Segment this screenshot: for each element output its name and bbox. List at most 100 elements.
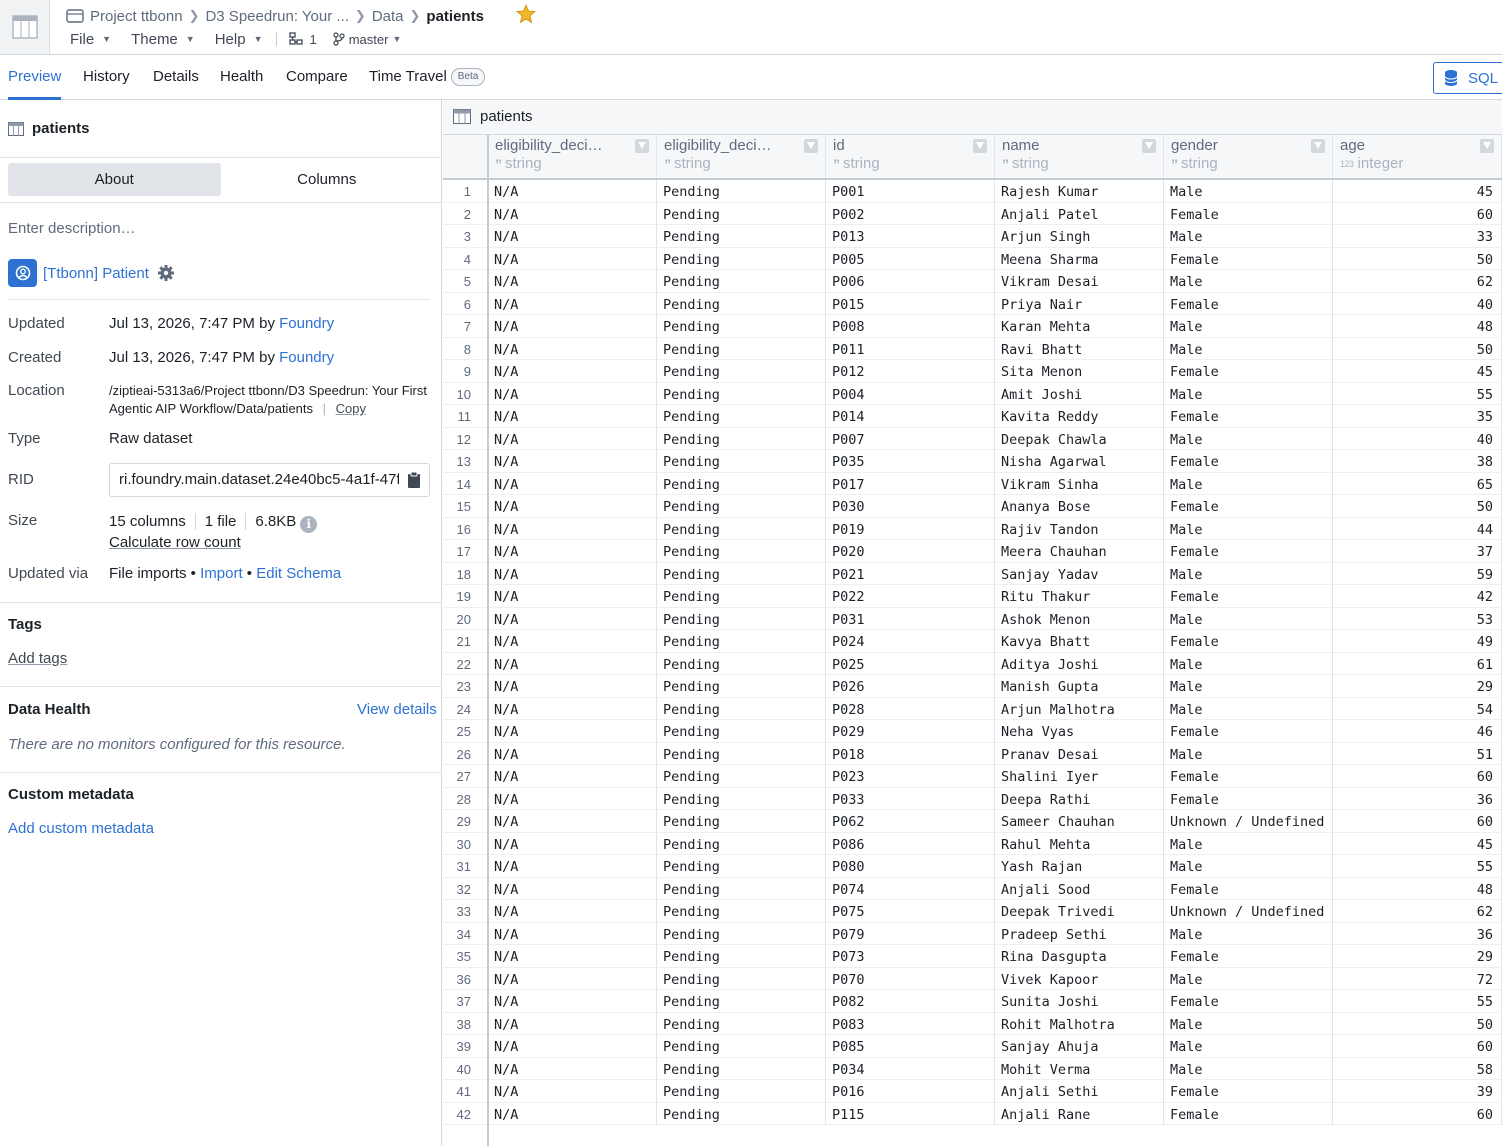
table-cell[interactable]: Female <box>1164 765 1333 787</box>
table-cell[interactable]: 37 <box>1333 540 1502 562</box>
table-cell[interactable]: P085 <box>826 1035 995 1057</box>
table-row[interactable]: 10 N/A Pending P004 Amit Joshi Male 55 <box>443 382 1502 405</box>
table-cell[interactable]: Male <box>1164 517 1333 540</box>
table-cell[interactable]: Pending <box>657 315 826 337</box>
table-row[interactable]: 20 N/A Pending P031 Ashok Menon Male 53 <box>443 607 1502 630</box>
copy-location-link[interactable]: Copy <box>336 401 366 416</box>
table-cell[interactable]: P021 <box>826 562 995 585</box>
table-cell[interactable]: Pending <box>657 225 826 247</box>
table-cell[interactable]: 65 <box>1333 472 1502 495</box>
table-cell[interactable]: Female <box>1164 202 1333 225</box>
table-cell[interactable]: N/A <box>488 585 657 607</box>
table-cell[interactable]: Pending <box>657 1102 826 1125</box>
table-cell[interactable]: Manish Gupta <box>995 675 1164 697</box>
table-cell[interactable]: 61 <box>1333 652 1502 675</box>
table-cell[interactable]: 55 <box>1333 382 1502 405</box>
breadcrumb-data[interactable]: Data <box>372 8 404 25</box>
table-cell[interactable]: Pending <box>657 540 826 562</box>
table-cell[interactable]: P016 <box>826 1080 995 1102</box>
table-row[interactable]: 21 N/A Pending P024 Kavya Bhatt Female 49 <box>443 630 1502 653</box>
table-cell[interactable]: Sanjay Yadav <box>995 562 1164 585</box>
table-cell[interactable]: N/A <box>488 810 657 832</box>
table-cell[interactable]: P080 <box>826 855 995 877</box>
tab-health[interactable]: Health <box>220 55 263 100</box>
table-cell[interactable]: P004 <box>826 382 995 405</box>
table-cell[interactable]: N/A <box>488 922 657 945</box>
table-cell[interactable]: 53 <box>1333 607 1502 630</box>
table-row[interactable]: 2 N/A Pending P002 Anjali Patel Female 60 <box>443 202 1502 225</box>
table-cell[interactable]: Kavya Bhatt <box>995 630 1164 652</box>
table-row[interactable]: 1 N/A Pending P001 Rajesh Kumar Male 45 <box>443 180 1502 203</box>
table-cell[interactable]: N/A <box>488 427 657 450</box>
table-row[interactable]: 30 N/A Pending P086 Rahul Mehta Male 45 <box>443 832 1502 855</box>
gear-icon[interactable] <box>157 264 175 282</box>
view-details-link[interactable]: View details <box>357 701 437 718</box>
table-cell[interactable]: Pending <box>657 337 826 360</box>
table-cell[interactable]: Unknown / Undefined <box>1164 900 1333 922</box>
table-cell[interactable]: P031 <box>826 607 995 630</box>
edit-schema-link[interactable]: Edit Schema <box>256 565 341 582</box>
table-row[interactable]: 13 N/A Pending P035 Nisha Agarwal Female 38 <box>443 450 1502 473</box>
table-cell[interactable]: Female <box>1164 405 1333 427</box>
table-row[interactable]: 4 N/A Pending P005 Meena Sharma Female 50 <box>443 247 1502 270</box>
table-cell[interactable]: Male <box>1164 382 1333 405</box>
table-cell[interactable]: 60 <box>1333 765 1502 787</box>
table-row[interactable]: 12 N/A Pending P007 Deepak Chawla Male 40 <box>443 427 1502 450</box>
table-cell[interactable]: Pending <box>657 855 826 877</box>
table-cell[interactable]: 55 <box>1333 990 1502 1012</box>
table-cell[interactable]: N/A <box>488 562 657 585</box>
branch-selector[interactable]: master ▼ <box>333 32 401 47</box>
table-cell[interactable]: Pending <box>657 765 826 787</box>
table-cell[interactable]: P070 <box>826 967 995 990</box>
table-cell[interactable]: Rahul Mehta <box>995 832 1164 855</box>
clipboard-icon[interactable] <box>399 464 429 496</box>
table-cell[interactable]: Pending <box>657 922 826 945</box>
table-cell[interactable]: 29 <box>1333 945 1502 967</box>
table-cell[interactable]: Male <box>1164 832 1333 855</box>
table-cell[interactable]: 50 <box>1333 495 1502 517</box>
table-cell[interactable]: 60 <box>1333 810 1502 832</box>
import-link[interactable]: Import <box>200 565 243 582</box>
table-cell[interactable]: N/A <box>488 225 657 247</box>
table-cell[interactable]: 72 <box>1333 967 1502 990</box>
table-cell[interactable]: Arjun Malhotra <box>995 697 1164 720</box>
table-cell[interactable]: Sanjay Ahuja <box>995 1035 1164 1057</box>
table-cell[interactable]: N/A <box>488 630 657 652</box>
table-cell[interactable]: P008 <box>826 315 995 337</box>
table-cell[interactable]: Pending <box>657 360 826 382</box>
table-cell[interactable]: Pending <box>657 472 826 495</box>
table-cell[interactable]: 36 <box>1333 787 1502 810</box>
table-cell[interactable]: Female <box>1164 1080 1333 1102</box>
table-cell[interactable]: Pending <box>657 495 826 517</box>
table-cell[interactable]: Male <box>1164 742 1333 765</box>
table-cell[interactable]: P013 <box>826 225 995 247</box>
table-cell[interactable]: Pending <box>657 810 826 832</box>
table-cell[interactable]: P025 <box>826 652 995 675</box>
segment-about[interactable]: About <box>8 163 221 196</box>
table-cell[interactable]: Rina Dasgupta <box>995 945 1164 967</box>
table-cell[interactable]: N/A <box>488 900 657 922</box>
table-cell[interactable]: Vikram Sinha <box>995 472 1164 495</box>
table-cell[interactable]: Female <box>1164 720 1333 742</box>
table-cell[interactable]: Male <box>1164 562 1333 585</box>
table-cell[interactable]: Pranav Desai <box>995 742 1164 765</box>
table-cell[interactable]: Shalini Iyer <box>995 765 1164 787</box>
table-cell[interactable]: Pending <box>657 450 826 472</box>
table-cell[interactable]: P002 <box>826 202 995 225</box>
table-cell[interactable]: P073 <box>826 945 995 967</box>
table-cell[interactable]: P034 <box>826 1057 995 1080</box>
table-cell[interactable]: Male <box>1164 1057 1333 1080</box>
rid-field[interactable]: ri.foundry.main.dataset.24e40bc5-4a1f-47… <box>109 463 430 497</box>
tab-time-travel[interactable]: Time Travel Beta <box>369 55 486 100</box>
table-cell[interactable]: N/A <box>488 315 657 337</box>
table-cell[interactable]: Ritu Thakur <box>995 585 1164 607</box>
tab-compare[interactable]: Compare <box>286 55 348 100</box>
table-cell[interactable]: Male <box>1164 270 1333 292</box>
table-cell[interactable]: Pending <box>657 967 826 990</box>
tab-details[interactable]: Details <box>153 55 199 100</box>
table-cell[interactable]: P026 <box>826 675 995 697</box>
table-cell[interactable]: Ashok Menon <box>995 607 1164 630</box>
table-cell[interactable]: 60 <box>1333 1102 1502 1125</box>
lineage-count[interactable]: 1 <box>289 32 317 47</box>
table-cell[interactable]: Pending <box>657 630 826 652</box>
